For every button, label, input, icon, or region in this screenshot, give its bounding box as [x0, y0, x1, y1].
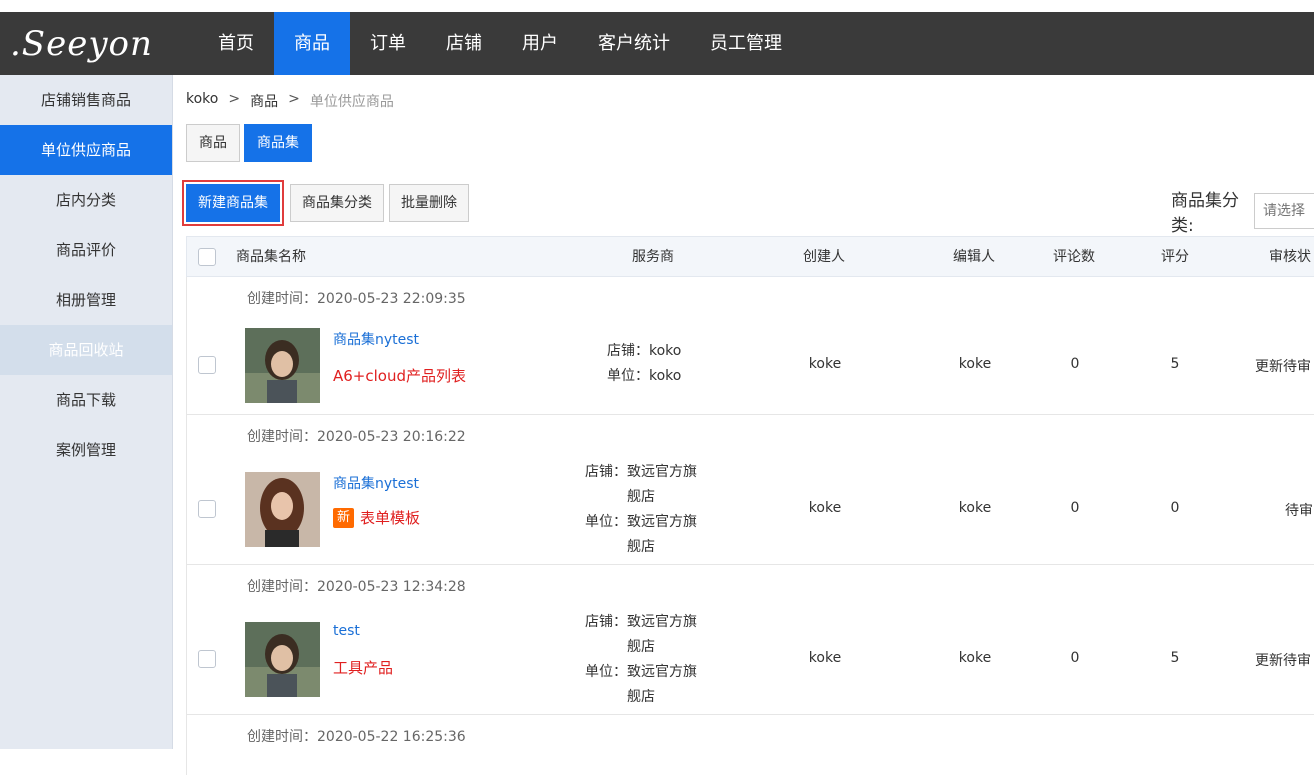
tab-products[interactable]: 商品	[186, 124, 240, 162]
header-comments: 评论数	[1053, 249, 1095, 265]
comment-count: 0	[1070, 356, 1080, 372]
sidebar-item-downloads[interactable]: 商品下载	[0, 375, 172, 425]
sidebar-item-recycle-bin[interactable]: 商品回收站	[0, 325, 172, 375]
header-provider: 服务商	[632, 249, 674, 265]
nav-item-orders[interactable]: 订单	[350, 12, 426, 75]
breadcrumb-separator: >	[288, 91, 300, 107]
row-checkbox[interactable]	[198, 356, 216, 374]
select-all-checkbox[interactable]	[198, 248, 216, 266]
highlight-box: 新建商品集	[182, 180, 284, 226]
row-checkbox[interactable]	[198, 650, 216, 668]
table-row: 创建时间：2020-05-23 12:34:28 test 工具产品 店铺： 致远…	[186, 565, 1314, 715]
header-editor: 编辑人	[953, 249, 995, 265]
sidebar-item-cases[interactable]: 案例管理	[0, 425, 172, 475]
score: 5	[1170, 356, 1180, 372]
batch-delete-button[interactable]: 批量删除	[389, 184, 469, 222]
tab-product-sets[interactable]: 商品集	[244, 124, 312, 162]
new-badge: 新	[333, 507, 355, 528]
table-row: 创建时间：2020-05-23 22:09:35 商品集nytest A6+cl…	[186, 277, 1314, 415]
review-status: 更新待审	[1255, 653, 1311, 669]
nav-item-products[interactable]: 商品	[274, 12, 350, 75]
product-category: 工具产品	[333, 659, 394, 677]
product-set-name-link[interactable]: 商品集nytest	[333, 329, 419, 349]
nav-item-customer-stats[interactable]: 客户统计	[578, 12, 690, 75]
seeyon-logo[interactable]: .Seeyon	[10, 20, 153, 68]
product-set-table: 商品集名称 服务商 创建人 编辑人 评论数 评分 审核状 创建时间：2020-0…	[186, 236, 1314, 775]
category-filter-input[interactable]	[1254, 193, 1314, 229]
main-nav: 首页 商品 订单 店铺 用户 客户统计 员工管理	[198, 12, 802, 75]
editor: koke	[958, 356, 992, 372]
main-content: koko > 商品 > 单位供应商品 商品 商品集 新建商品集 商品集分类 批量…	[174, 75, 1314, 775]
row-checkbox[interactable]	[198, 500, 216, 518]
provider-info: 店铺： 致远官方旗 舰店 单位： 致远官方旗 舰店	[585, 464, 697, 555]
product-thumbnail[interactable]	[245, 622, 320, 697]
tabs: 商品 商品集	[186, 124, 316, 162]
category-filter-label: 商品集分类:	[1171, 191, 1239, 236]
created-time: 创建时间：2020-05-23 20:16:22	[247, 429, 466, 445]
review-status: 更新待审	[1255, 359, 1311, 375]
nav-item-stores[interactable]: 店铺	[426, 12, 502, 75]
editor: koke	[958, 650, 992, 666]
table-header: 商品集名称 服务商 创建人 编辑人 评论数 评分 审核状	[186, 236, 1314, 277]
table-row: 创建时间：2020-05-22 16:25:36	[186, 715, 1314, 775]
breadcrumb-item-current: 单位供应商品	[309, 94, 394, 110]
creator: koke	[808, 650, 842, 666]
creator: koke	[808, 500, 842, 516]
created-time: 创建时间：2020-05-23 22:09:35	[247, 291, 466, 307]
provider-info: 店铺： koko 单位： koko	[607, 343, 682, 384]
creator: koke	[808, 356, 842, 372]
comment-count: 0	[1070, 500, 1080, 516]
product-category: 新 表单模板	[333, 507, 420, 528]
nav-item-home[interactable]: 首页	[198, 12, 274, 75]
sidebar-item-reviews[interactable]: 商品评价	[0, 225, 172, 275]
table-row: 创建时间：2020-05-23 20:16:22 商品集nytest 新 表单模…	[186, 415, 1314, 565]
toolbar: 新建商品集 商品集分类 批量删除	[182, 180, 474, 226]
sidebar-item-unit-products[interactable]: 单位供应商品	[0, 125, 172, 175]
editor: koke	[958, 500, 992, 516]
provider-info: 店铺： 致远官方旗 舰店 单位： 致远官方旗 舰店	[585, 614, 697, 705]
sidebar: 店铺销售商品 单位供应商品 店内分类 商品评价 相册管理 商品回收站 商品下载 …	[0, 75, 173, 749]
product-set-category-button[interactable]: 商品集分类	[290, 184, 384, 222]
product-category: A6+cloud产品列表	[333, 367, 466, 385]
top-navbar: .Seeyon 首页 商品 订单 店铺 用户 客户统计 员工管理	[0, 12, 1314, 75]
header-score: 评分	[1161, 249, 1189, 265]
create-product-set-button[interactable]: 新建商品集	[186, 184, 280, 222]
nav-item-staff[interactable]: 员工管理	[690, 12, 802, 75]
category-filter: 商品集分类:	[1171, 186, 1314, 236]
sidebar-item-store-products[interactable]: 店铺销售商品	[0, 75, 172, 125]
sidebar-item-store-category[interactable]: 店内分类	[0, 175, 172, 225]
top-strip	[0, 0, 1314, 12]
breadcrumb-item-shop[interactable]: koko	[186, 91, 218, 111]
header-status: 审核状	[1269, 249, 1311, 265]
breadcrumb-item-products[interactable]: 商品	[250, 91, 278, 111]
product-set-name-link[interactable]: 商品集nytest	[333, 473, 419, 493]
header-creator: 创建人	[803, 249, 845, 265]
breadcrumb: koko > 商品 > 单位供应商品	[186, 91, 404, 111]
header-name: 商品集名称	[236, 249, 306, 265]
score: 5	[1170, 650, 1180, 666]
sidebar-item-albums[interactable]: 相册管理	[0, 275, 172, 325]
review-status: 待审	[1285, 503, 1313, 519]
breadcrumb-separator: >	[228, 91, 241, 107]
created-time: 创建时间：2020-05-22 16:25:36	[247, 729, 466, 745]
created-time: 创建时间：2020-05-23 12:34:28	[247, 579, 466, 595]
score: 0	[1170, 500, 1180, 516]
product-thumbnail[interactable]	[245, 472, 320, 547]
product-set-name-link[interactable]: test	[333, 623, 360, 639]
nav-item-users[interactable]: 用户	[502, 12, 578, 75]
logo-text: .Seeyon	[10, 24, 153, 64]
product-thumbnail[interactable]	[245, 328, 320, 403]
comment-count: 0	[1070, 650, 1080, 666]
